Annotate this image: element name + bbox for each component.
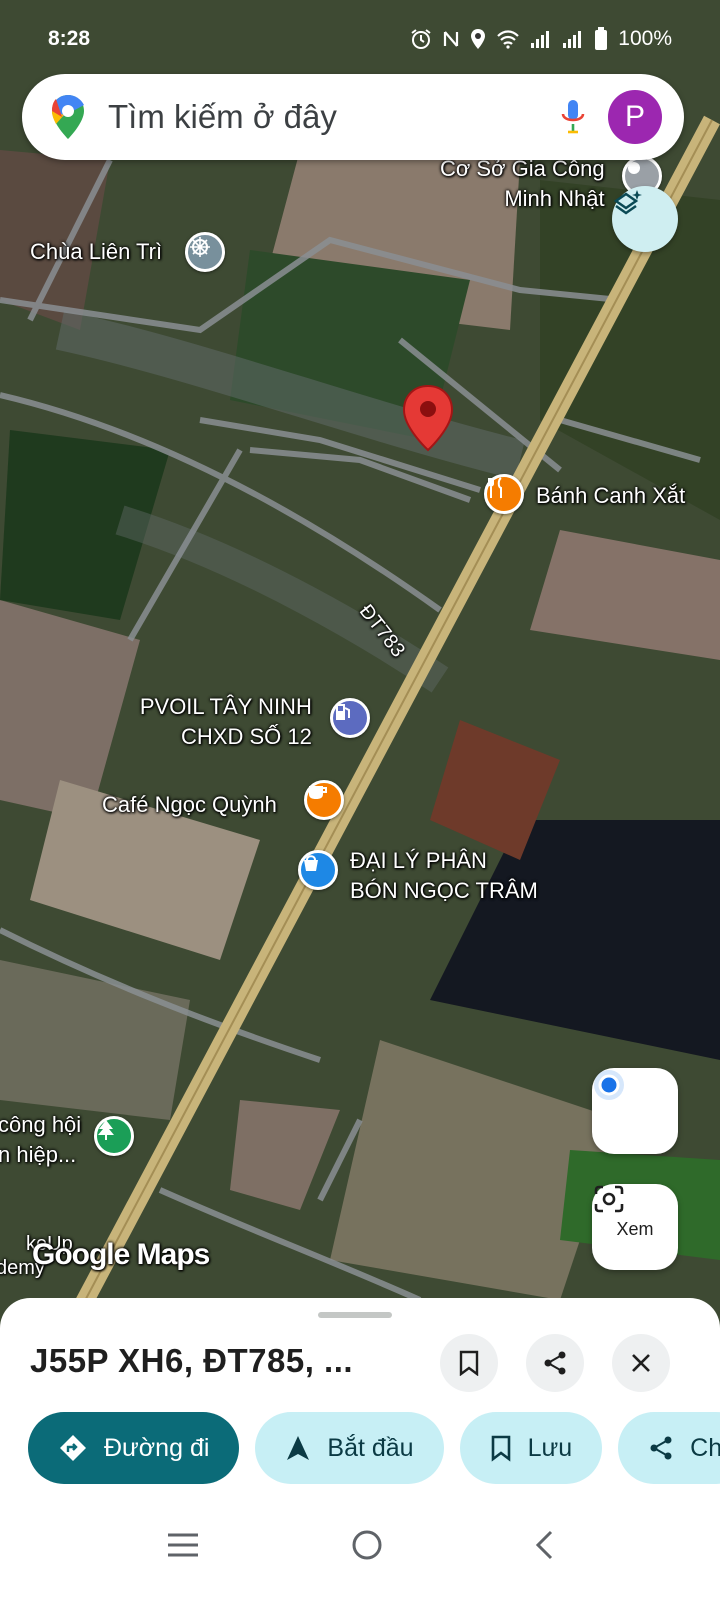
location-pin-icon[interactable] [402,384,454,452]
save-chip[interactable]: Lưu [459,1412,603,1484]
battery-level: 100% [618,27,672,50]
google-maps-icon [52,95,84,139]
save-button[interactable] [440,1334,498,1392]
map-label-dai-ly[interactable]: ĐẠI LÝ PHÂN BÓN NGỌC TRÂM [350,846,538,906]
park-poi-icon[interactable] [94,1116,134,1156]
directions-icon [60,1435,86,1461]
share-button[interactable] [526,1334,584,1392]
label-line: n hiệp... [0,1142,77,1167]
cafe-poi-icon[interactable] [304,780,344,820]
gas-station-poi-icon[interactable] [330,698,370,738]
share-chip[interactable]: Ch [618,1412,720,1484]
place-bottom-sheet[interactable]: J55P XH6, ĐT785, ... Đường đi Bắt đầu Lư… [0,1298,720,1600]
status-bar: 8:28 100% [0,0,720,78]
signal-icon-2 [562,29,584,49]
label-line: CHXD SỐ 12 [181,724,312,749]
drag-handle[interactable] [318,1312,392,1318]
restaurant-poi-icon[interactable] [484,474,524,514]
label-line: BÓN NGỌC TRÂM [350,878,538,903]
signal-icon [530,29,552,49]
alarm-icon [410,28,432,50]
map-label-banh-canh[interactable]: Bánh Canh Xắt [536,481,685,511]
search-placeholder[interactable]: Tìm kiếm ở đây [108,98,560,136]
nfc-icon [442,28,460,50]
google-maps-logo: Google Maps [32,1238,210,1271]
label-line: công hội [0,1112,82,1137]
battery-icon [594,27,608,51]
layers-icon [613,190,642,215]
map-label-co-so[interactable]: Cơ Sở Gia Công Minh Nhật [440,154,605,214]
wifi-icon [496,29,520,49]
map-label-pvoil[interactable]: PVOIL TÂY NINH CHXD SỐ 12 [135,692,312,752]
location-icon [470,28,486,50]
map-label-cafe[interactable]: Café Ngọc Quỳnh [102,790,277,820]
chip-label: Lưu [527,1433,573,1462]
label-line: PVOIL TÂY NINH [139,694,312,719]
place-address: J55P XH6, ĐT785, ... [30,1342,354,1379]
chip-label: Bắt đầu [327,1433,414,1462]
chip-label: Ch [690,1433,720,1462]
bookmark-icon [491,1435,510,1462]
avatar[interactable]: P [608,90,662,144]
clock: 8:28 [48,27,91,50]
start-chip[interactable]: Bắt đầu [255,1412,444,1484]
map-label-cong-hoi[interactable]: công hội n hiệp... [0,1110,81,1170]
close-button[interactable] [612,1334,670,1392]
view-lens-button[interactable]: Xem [592,1184,678,1270]
recent-apps-icon[interactable] [165,1530,201,1560]
navigation-arrow-icon [287,1436,310,1460]
shop-poi-icon[interactable] [298,850,338,890]
back-icon[interactable] [533,1528,555,1562]
lens-icon [594,1185,624,1213]
label-line: Minh Nhật [504,186,605,211]
map-label-chua[interactable]: Chùa Liên Trì [30,237,162,267]
close-icon [632,1354,650,1372]
temple-poi-icon[interactable] [185,232,225,272]
share-icon [544,1351,566,1375]
layers-button[interactable] [612,186,678,252]
my-location-icon [594,1070,624,1100]
chip-label: Đường đi [104,1433,210,1462]
label-line: ĐẠI LÝ PHÂN [350,848,487,873]
system-nav-bar [0,1490,720,1600]
map-view[interactable]: Cơ Sở Gia Công Minh Nhật Chùa Liên Trì B… [0,0,720,1330]
my-location-button[interactable] [592,1068,678,1154]
action-chips: Đường đi Bắt đầu Lưu Ch [28,1412,720,1484]
home-icon[interactable] [350,1528,384,1562]
microphone-icon[interactable] [560,98,586,136]
search-bar[interactable]: Tìm kiếm ở đây P [22,74,684,160]
view-label: Xem [616,1218,654,1239]
bookmark-icon [459,1350,479,1376]
directions-chip[interactable]: Đường đi [28,1412,240,1484]
share-icon [650,1436,672,1460]
